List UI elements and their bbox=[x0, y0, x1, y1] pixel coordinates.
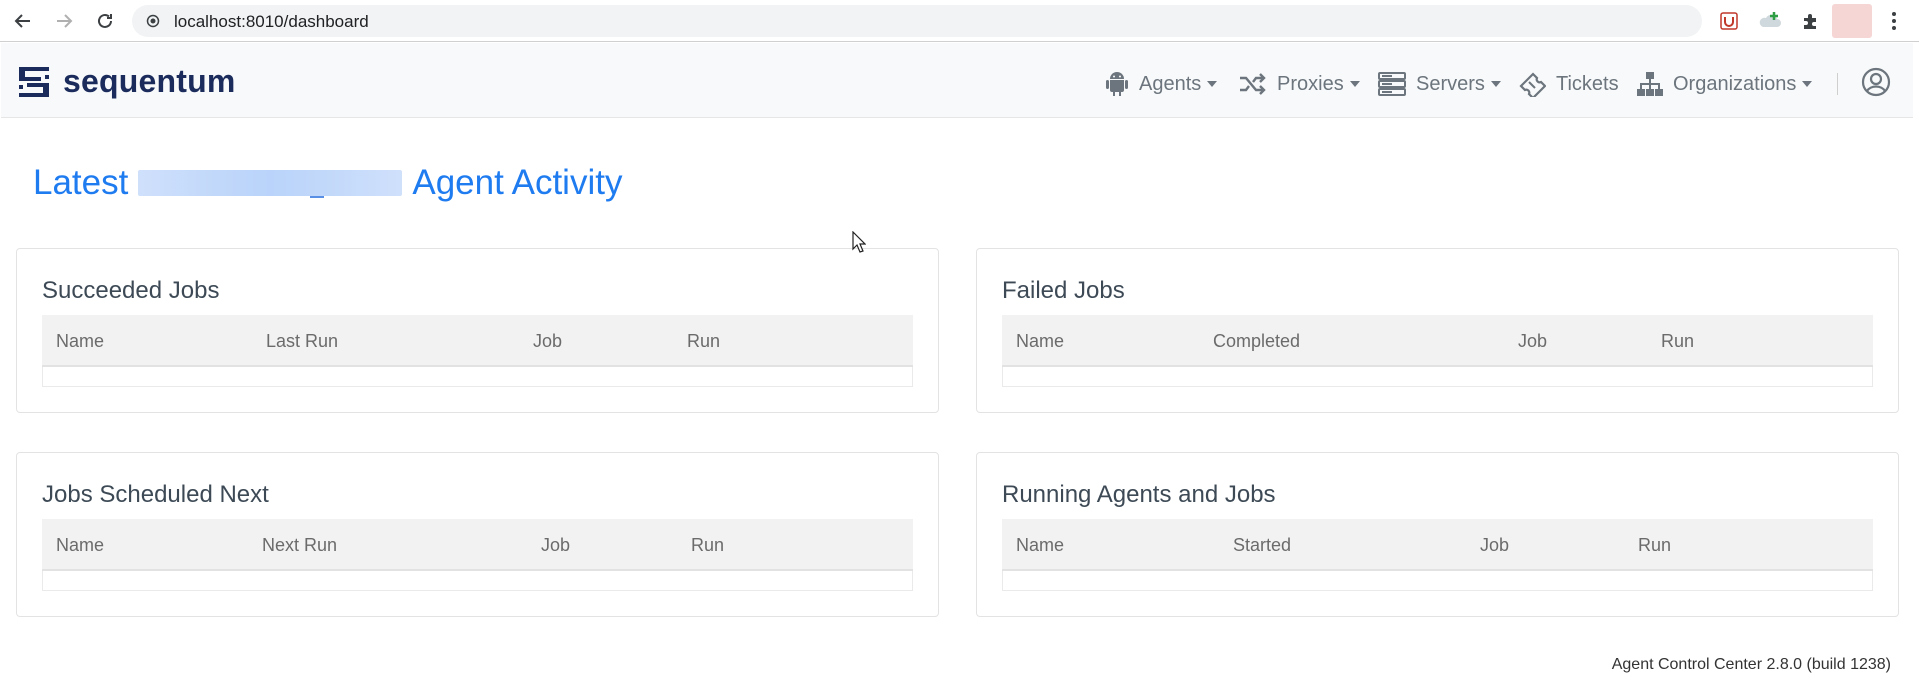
nav-organizations[interactable]: Organizations bbox=[1637, 69, 1813, 99]
column-header-run[interactable]: Run bbox=[1661, 331, 1694, 352]
column-header-run[interactable]: Run bbox=[687, 331, 720, 352]
browser-toolbar: localhost:8010/dashboard bbox=[0, 0, 1919, 42]
table-body bbox=[42, 571, 913, 591]
brand-logo-link[interactable]: sequentum bbox=[17, 63, 236, 100]
card-title: Succeeded Jobs bbox=[42, 277, 220, 304]
table-header: Name Last Run Job Run bbox=[42, 315, 913, 367]
table-body bbox=[1002, 571, 1873, 591]
nav-agents[interactable]: Agents bbox=[1105, 69, 1218, 99]
column-header-last-run[interactable]: Last Run bbox=[266, 331, 338, 352]
chevron-down-icon bbox=[1490, 81, 1501, 87]
nav-tickets[interactable]: Tickets bbox=[1518, 69, 1619, 99]
page-title: Latest Agent Activity bbox=[33, 163, 622, 203]
server-icon bbox=[1378, 72, 1406, 96]
app-navbar: sequentum Agents Proxies Servers Tickets… bbox=[1, 43, 1913, 118]
column-header-completed[interactable]: Completed bbox=[1213, 331, 1300, 352]
nav-servers-label: Servers bbox=[1416, 72, 1485, 95]
ticket-icon bbox=[1519, 72, 1546, 97]
sequentum-logo-icon bbox=[19, 66, 49, 97]
address-bar[interactable]: localhost:8010/dashboard bbox=[132, 5, 1702, 37]
page-title-suffix: Agent Activity bbox=[412, 163, 623, 202]
chevron-down-icon bbox=[1349, 81, 1360, 87]
chevron-down-icon bbox=[1802, 81, 1813, 87]
brand-name: sequentum bbox=[63, 63, 236, 99]
card-title: Jobs Scheduled Next bbox=[42, 481, 269, 508]
failed-jobs-card: Failed Jobs Name Completed Job Run bbox=[976, 248, 1899, 413]
android-icon bbox=[1106, 72, 1128, 96]
nav-divider bbox=[1837, 73, 1838, 95]
shield-extension-icon bbox=[1720, 12, 1738, 30]
column-header-run[interactable]: Run bbox=[1638, 535, 1671, 556]
column-header-run[interactable]: Run bbox=[691, 535, 724, 556]
reload-button[interactable] bbox=[92, 8, 118, 34]
browser-menu-button[interactable] bbox=[1884, 9, 1904, 33]
column-header-job[interactable]: Job bbox=[533, 331, 562, 352]
site-info-icon[interactable] bbox=[146, 14, 160, 28]
extension-shield-button[interactable] bbox=[1717, 9, 1741, 33]
running-agents-card: Running Agents and Jobs Name Started Job… bbox=[976, 452, 1899, 617]
nav-proxies[interactable]: Proxies bbox=[1239, 69, 1360, 99]
succeeded-jobs-table: Name Last Run Job Run bbox=[42, 315, 913, 387]
nav-servers[interactable]: Servers bbox=[1378, 69, 1501, 99]
page-title-prefix: Latest bbox=[33, 163, 129, 202]
nav-proxies-label: Proxies bbox=[1277, 72, 1344, 95]
column-header-name[interactable]: Name bbox=[1016, 331, 1064, 352]
scheduled-jobs-table: Name Next Run Job Run bbox=[42, 519, 913, 591]
scheduled-jobs-card: Jobs Scheduled Next Name Next Run Job Ru… bbox=[16, 452, 939, 617]
column-header-job[interactable]: Job bbox=[1518, 331, 1547, 352]
user-circle-icon bbox=[1861, 67, 1891, 97]
forward-button[interactable] bbox=[51, 8, 77, 34]
version-footer: Agent Control Center 2.8.0 (build 1238) bbox=[1611, 656, 1891, 673]
extension-add-button[interactable] bbox=[1758, 9, 1782, 33]
mouse-cursor-icon bbox=[852, 231, 866, 253]
sitemap-icon bbox=[1637, 72, 1663, 96]
table-header: Name Completed Job Run bbox=[1002, 315, 1873, 367]
nav-organizations-label: Organizations bbox=[1673, 72, 1797, 95]
arrow-left-icon bbox=[14, 14, 30, 28]
running-agents-table: Name Started Job Run bbox=[1002, 519, 1873, 591]
failed-jobs-table: Name Completed Job Run bbox=[1002, 315, 1873, 387]
redacted-name bbox=[138, 170, 403, 198]
column-header-name[interactable]: Name bbox=[1016, 535, 1064, 556]
nav-agents-label: Agents bbox=[1139, 72, 1202, 95]
profile-avatar[interactable] bbox=[1832, 4, 1872, 38]
column-header-name[interactable]: Name bbox=[56, 535, 104, 556]
more-vertical-icon bbox=[1892, 12, 1896, 30]
table-header: Name Next Run Job Run bbox=[42, 519, 913, 571]
user-menu-button[interactable] bbox=[1861, 67, 1891, 102]
cloud-plus-icon bbox=[1759, 12, 1781, 27]
column-header-name[interactable]: Name bbox=[56, 331, 104, 352]
succeeded-jobs-card: Succeeded Jobs Name Last Run Job Run bbox=[16, 248, 939, 413]
shuffle-icon bbox=[1240, 73, 1266, 95]
card-title: Failed Jobs bbox=[1002, 277, 1125, 304]
url-text[interactable]: localhost:8010/dashboard bbox=[174, 12, 369, 32]
column-header-started[interactable]: Started bbox=[1233, 535, 1291, 556]
nav-tickets-label: Tickets bbox=[1556, 72, 1619, 95]
column-header-job[interactable]: Job bbox=[1480, 535, 1509, 556]
column-header-job[interactable]: Job bbox=[541, 535, 570, 556]
extensions-button[interactable] bbox=[1799, 9, 1823, 33]
table-header: Name Started Job Run bbox=[1002, 519, 1873, 571]
card-title: Running Agents and Jobs bbox=[1002, 481, 1276, 508]
column-header-next-run[interactable]: Next Run bbox=[262, 535, 337, 556]
back-button[interactable] bbox=[10, 8, 36, 34]
arrow-right-icon bbox=[57, 14, 73, 28]
table-body bbox=[42, 367, 913, 387]
table-body bbox=[1002, 367, 1873, 387]
chevron-down-icon bbox=[1207, 81, 1218, 87]
puzzle-icon bbox=[1804, 14, 1816, 29]
reload-icon bbox=[98, 13, 112, 28]
